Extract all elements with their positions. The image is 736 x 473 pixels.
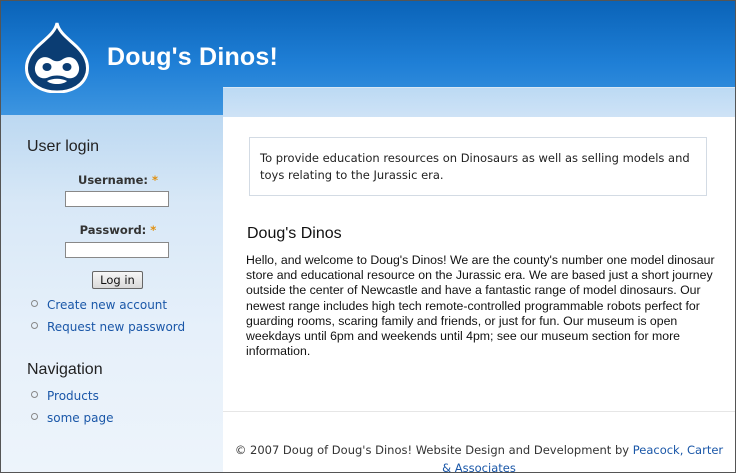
drupal-logo-icon[interactable] <box>23 21 91 93</box>
request-password-link[interactable]: Request new password <box>31 320 185 334</box>
username-label-text: Username: <box>77 173 148 187</box>
username-input[interactable] <box>65 191 169 207</box>
node-title[interactable]: Doug's Dinos <box>247 225 342 243</box>
navigation-title: Navigation <box>27 361 103 378</box>
bullet-icon <box>31 300 38 307</box>
site-mission: To provide education resources on Dinosa… <box>249 137 707 196</box>
footer-divider <box>223 411 735 412</box>
browser-page: Doug's Dinos! User login Username: * Pas… <box>0 0 736 473</box>
bullet-icon <box>31 391 38 398</box>
node-body: Hello, and welcome to Doug's Dinos! We a… <box>246 253 715 359</box>
footer-text: © 2007 Doug of Doug's Dinos! Website Des… <box>234 443 630 457</box>
login-button[interactable]: Log in <box>92 271 143 289</box>
content-top-band <box>223 87 735 118</box>
user-login-title: User login <box>27 138 100 155</box>
password-input[interactable] <box>65 242 169 258</box>
nav-item-products-label[interactable]: Products <box>47 389 99 403</box>
request-password-label[interactable]: Request new password <box>47 320 185 334</box>
required-mark: * <box>151 173 158 187</box>
footer: © 2007 Doug of Doug's Dinos! Website Des… <box>233 441 725 472</box>
nav-item-products[interactable]: Products <box>31 389 99 403</box>
site-name[interactable]: Doug's Dinos! <box>107 43 278 72</box>
nav-item-some-page[interactable]: some page <box>31 411 113 425</box>
create-account-link[interactable]: Create new account <box>31 298 167 312</box>
password-label-text: Password: <box>79 223 147 237</box>
nav-item-some-page-label[interactable]: some page <box>47 411 113 425</box>
bullet-icon <box>31 322 38 329</box>
username-label: Username: * <box>13 173 223 187</box>
bullet-icon <box>31 413 38 420</box>
required-mark: * <box>150 223 157 237</box>
password-label: Password: * <box>13 223 223 237</box>
create-account-label[interactable]: Create new account <box>47 298 167 312</box>
